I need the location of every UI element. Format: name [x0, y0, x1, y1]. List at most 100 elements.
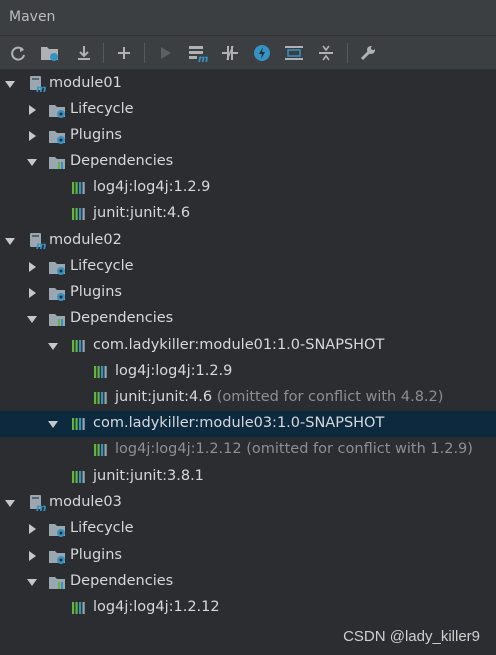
dependency-label: log4j:log4j:1.2.9: [115, 363, 233, 379]
plugins-folder-icon: [48, 127, 66, 145]
show-dependencies-button[interactable]: [282, 41, 306, 65]
library-icon: [92, 363, 110, 381]
library-icon: [92, 389, 110, 407]
execute-goal-icon: m: [189, 46, 208, 63]
svg-text:m: m: [198, 54, 208, 63]
expand-arrow-icon[interactable]: [4, 497, 16, 509]
library-icon: [70, 415, 88, 433]
execute-goal-button[interactable]: m: [186, 41, 210, 65]
run-icon: [161, 47, 171, 59]
generate-sources-button[interactable]: [38, 41, 62, 65]
lifecycle-folder-icon: [48, 258, 66, 276]
tree-node-dependency[interactable]: log4j:log4j:1.2.9: [0, 175, 496, 201]
tree-node-lifecycle[interactable]: Lifecycle: [0, 97, 496, 123]
run-button[interactable]: [154, 41, 178, 65]
tree-node-dependency[interactable]: log4j:log4j:1.2.12: [0, 595, 496, 621]
lifecycle-folder-icon: [48, 101, 66, 119]
toggle-offline-button[interactable]: [218, 41, 242, 65]
module-name: module03: [49, 494, 122, 510]
tree-node-dependency[interactable]: junit:junit:4.6: [0, 201, 496, 227]
dependencies-label: Dependencies: [70, 153, 174, 169]
download-button[interactable]: [72, 41, 96, 65]
module-name: module02: [49, 232, 122, 248]
tree-node-dependencies[interactable]: Dependencies: [0, 149, 496, 175]
maven-module-icon: [28, 494, 46, 512]
lifecycle-label: Lifecycle: [70, 520, 134, 536]
expand-arrow-icon[interactable]: [26, 156, 38, 168]
tree-node-module01[interactable]: module01: [0, 71, 496, 97]
library-icon: [70, 468, 88, 486]
skip-tests-button[interactable]: [250, 41, 274, 65]
plugins-label: Plugins: [70, 547, 122, 563]
dependency-label: com.ladykiller:module01:1.0-SNAPSHOT: [93, 337, 385, 353]
library-icon: [70, 337, 88, 355]
lifecycle-label: Lifecycle: [70, 101, 134, 117]
collapse-all-icon: [319, 45, 333, 61]
module-name: module01: [49, 75, 122, 91]
generate-sources-icon: [41, 47, 58, 61]
maven-module-icon: [28, 232, 46, 250]
plugins-label: Plugins: [70, 284, 122, 300]
library-icon: [70, 179, 88, 197]
collapsed-arrow-icon[interactable]: [26, 104, 38, 116]
settings-button[interactable]: [356, 41, 380, 65]
plugins-label: Plugins: [70, 127, 122, 143]
watermark: CSDN @lady_killer9: [343, 628, 480, 645]
tree-node-lifecycle[interactable]: Lifecycle: [0, 254, 496, 280]
panel-header: Maven: [0, 0, 496, 36]
dependencies-folder-icon: [48, 153, 66, 171]
library-icon: [92, 441, 110, 459]
maven-project-tree: module01 Lifecycle Plugins Dependencies …: [0, 70, 496, 655]
collapse-all-button[interactable]: [314, 41, 338, 65]
plugins-folder-icon: [48, 284, 66, 302]
dependencies-folder-icon: [48, 310, 66, 328]
maven-module-icon: [28, 75, 46, 93]
add-button[interactable]: [112, 41, 136, 65]
dependency-label: junit:junit:4.6: [115, 389, 213, 405]
dependencies-folder-icon: [48, 573, 66, 591]
expand-arrow-icon[interactable]: [47, 340, 59, 352]
collapsed-arrow-icon[interactable]: [26, 550, 38, 562]
dependencies-label: Dependencies: [70, 310, 174, 326]
tree-node-module02[interactable]: module02: [0, 228, 496, 254]
tree-node-plugins[interactable]: Plugins: [0, 123, 496, 149]
skip-tests-icon: [254, 45, 270, 61]
library-icon: [70, 599, 88, 617]
lifecycle-label: Lifecycle: [70, 258, 134, 274]
expand-arrow-icon[interactable]: [4, 78, 16, 90]
tree-node-plugins[interactable]: Plugins: [0, 280, 496, 306]
conflict-note: (omitted for conflict with 1.2.9): [246, 441, 473, 457]
tree-node-dependency-omitted[interactable]: log4j:log4j:1.2.12 (omitted for conflict…: [0, 437, 496, 463]
collapsed-arrow-icon[interactable]: [26, 287, 38, 299]
dependencies-label: Dependencies: [70, 573, 174, 589]
tree-node-dependency-module01[interactable]: com.ladykiller:module01:1.0-SNAPSHOT: [0, 333, 496, 359]
expand-arrow-icon[interactable]: [26, 313, 38, 325]
expand-arrow-icon[interactable]: [47, 418, 59, 430]
dependency-label: log4j:log4j:1.2.9: [93, 179, 211, 195]
panel-title: Maven: [9, 9, 56, 25]
expand-arrow-icon[interactable]: [4, 235, 16, 247]
show-dependencies-icon: [285, 46, 303, 60]
tree-node-dependency[interactable]: junit:junit:3.8.1: [0, 464, 496, 490]
library-icon: [70, 205, 88, 223]
maven-toolbar: m: [0, 36, 496, 70]
tree-node-dependencies[interactable]: Dependencies: [0, 569, 496, 595]
dependency-label: log4j:log4j:1.2.12: [93, 599, 220, 615]
add-icon: [118, 47, 130, 59]
reload-button[interactable]: [6, 41, 30, 65]
tree-node-dependencies[interactable]: Dependencies: [0, 306, 496, 332]
tree-node-dependency-module03[interactable]: com.ladykiller:module03:1.0-SNAPSHOT: [0, 411, 496, 437]
tree-node-dependency-omitted[interactable]: junit:junit:4.6 (omitted for conflict wi…: [0, 385, 496, 411]
collapsed-arrow-icon[interactable]: [26, 130, 38, 142]
tree-node-lifecycle[interactable]: Lifecycle: [0, 516, 496, 542]
collapsed-arrow-icon[interactable]: [26, 523, 38, 535]
tree-node-plugins[interactable]: Plugins: [0, 543, 496, 569]
lifecycle-folder-icon: [48, 520, 66, 538]
settings-wrench-icon: [360, 46, 375, 61]
tree-node-dependency[interactable]: log4j:log4j:1.2.9: [0, 359, 496, 385]
expand-arrow-icon[interactable]: [26, 576, 38, 588]
plugins-folder-icon: [48, 547, 66, 565]
conflict-note: (omitted for conflict with 4.8.2): [216, 389, 444, 405]
collapsed-arrow-icon[interactable]: [26, 261, 38, 273]
tree-node-module03[interactable]: module03: [0, 490, 496, 516]
